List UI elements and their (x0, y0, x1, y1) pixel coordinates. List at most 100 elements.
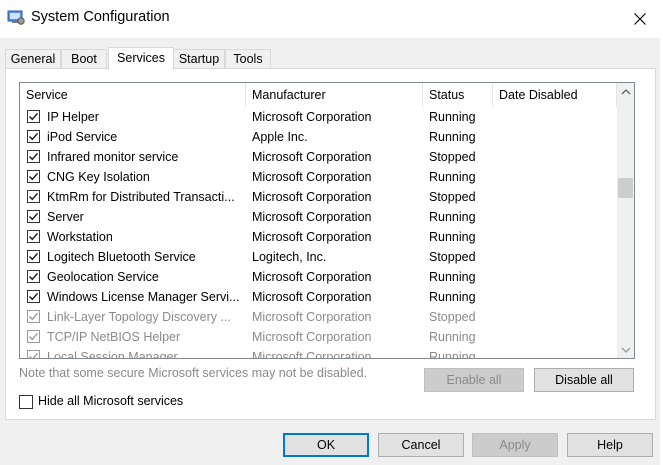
service-name: Link-Layer Topology Discovery ... (47, 310, 231, 324)
service-manufacturer: Microsoft Corporation (252, 150, 372, 164)
checkmark-icon (29, 132, 39, 141)
checkmark-icon (29, 272, 39, 281)
service-checkbox[interactable] (27, 230, 40, 243)
service-checkbox[interactable] (27, 170, 40, 183)
title-bar: System Configuration (0, 0, 663, 38)
service-row[interactable]: Link-Layer Topology Discovery ... Microso… (20, 307, 617, 327)
service-name: iPod Service (47, 130, 118, 144)
service-status: Running (429, 130, 476, 144)
scroll-down-button[interactable] (617, 341, 634, 358)
tab-label: Tools (233, 52, 263, 66)
service-row[interactable]: Windows License Manager Servi... Microsof… (20, 287, 617, 307)
service-checkbox[interactable] (27, 110, 40, 123)
tab-label: Startup (178, 52, 220, 66)
service-row[interactable]: Server Microsoft Corporation Running (20, 207, 617, 227)
tab-label: Services (117, 51, 165, 65)
service-checkbox[interactable] (27, 250, 40, 263)
service-checkbox[interactable] (27, 190, 40, 203)
checkmark-icon (29, 352, 39, 358)
help-button[interactable]: Help (567, 433, 653, 457)
service-manufacturer: Microsoft Corporation (252, 270, 372, 284)
service-manufacturer: Microsoft Corporation (252, 170, 372, 184)
service-checkbox[interactable] (27, 150, 40, 163)
window-title: System Configuration (31, 9, 170, 25)
column-header-service[interactable]: Service (20, 83, 246, 107)
checkmark-icon (29, 232, 39, 241)
service-manufacturer: Microsoft Corporation (252, 210, 372, 224)
tab-boot[interactable]: Boot (61, 49, 107, 68)
service-status: Running (429, 170, 476, 184)
enable-all-button[interactable]: Enable all (424, 368, 524, 392)
checkmark-icon (29, 192, 39, 201)
service-name: Server (47, 210, 84, 224)
service-status: Stopped (429, 310, 476, 324)
tab-startup[interactable]: Startup (173, 49, 225, 68)
service-checkbox (27, 330, 40, 343)
checkmark-icon (29, 292, 39, 301)
service-status: Running (429, 230, 476, 244)
service-name: Geolocation Service (47, 270, 159, 284)
service-checkbox[interactable] (27, 210, 40, 223)
chevron-down-icon (621, 347, 630, 353)
service-row[interactable]: Logitech Bluetooth Service Logitech, Inc.… (20, 247, 617, 267)
scroll-thumb[interactable] (618, 178, 633, 198)
service-name: TCP/IP NetBIOS Helper (47, 330, 181, 344)
column-header-manufacturer[interactable]: Manufacturer (246, 83, 423, 107)
service-name: IP Helper (47, 110, 99, 124)
service-name: KtmRm for Distributed Transacti... (47, 190, 235, 204)
service-rows: IP Helper Microsoft Corporation Running iPo… (20, 107, 617, 359)
services-list[interactable]: Service Manufacturer Status Date Disable… (19, 82, 635, 359)
checkmark-icon (29, 212, 39, 221)
service-row[interactable]: TCP/IP NetBIOS Helper Microsoft Corporati… (20, 327, 617, 347)
service-name: Windows License Manager Servi... (47, 290, 240, 304)
chevron-up-icon (621, 88, 630, 94)
service-manufacturer: Microsoft Corporation (252, 330, 372, 344)
checkmark-icon (29, 252, 39, 261)
checkbox[interactable] (19, 395, 33, 409)
close-button[interactable] (617, 0, 663, 38)
service-status: Running (429, 270, 476, 284)
checkmark-icon (29, 172, 39, 181)
tab-general[interactable]: General (5, 49, 61, 68)
checkmark-icon (29, 312, 39, 321)
checkmark-icon (29, 332, 39, 341)
service-manufacturer: Microsoft Corporation (252, 290, 372, 304)
service-name: Logitech Bluetooth Service (47, 250, 196, 264)
apply-button[interactable]: Apply (472, 433, 558, 457)
service-row[interactable]: iPod Service Apple Inc. Running (20, 127, 617, 147)
service-status: Running (429, 330, 476, 344)
service-checkbox (27, 350, 40, 358)
service-checkbox[interactable] (27, 270, 40, 283)
service-row[interactable]: IP Helper Microsoft Corporation Running (20, 107, 617, 127)
tab-label: General (10, 52, 56, 66)
service-row[interactable]: Local Session Manager Microsoft Corporati… (20, 347, 617, 359)
service-status: Running (429, 210, 476, 224)
secure-services-note: Note that some secure Microsoft services… (19, 366, 368, 380)
service-row[interactable]: Workstation Microsoft Corporation Running (20, 227, 617, 247)
hide-ms-services-label: Hide all Microsoft services (38, 394, 184, 408)
column-header-date-disabled[interactable]: Date Disabled (493, 83, 617, 107)
disable-all-button[interactable]: Disable all (534, 368, 634, 392)
close-icon (634, 13, 646, 25)
service-checkbox (27, 310, 40, 323)
service-row[interactable]: CNG Key Isolation Microsoft Corporation Ru… (20, 167, 617, 187)
scroll-up-button[interactable] (617, 83, 634, 100)
ok-button[interactable]: OK (283, 433, 369, 457)
vertical-scrollbar[interactable] (617, 83, 634, 358)
service-name: Local Session Manager (47, 350, 178, 359)
checkmark-icon (29, 152, 39, 161)
service-row[interactable]: Geolocation Service Microsoft Corporation… (20, 267, 617, 287)
service-row[interactable]: Infrared monitor service Microsoft Corpor… (20, 147, 617, 167)
column-header-status[interactable]: Status (423, 83, 493, 107)
cancel-button[interactable]: Cancel (378, 433, 464, 457)
service-manufacturer: Microsoft Corporation (252, 110, 372, 124)
service-manufacturer: Microsoft Corporation (252, 350, 372, 359)
tab-services[interactable]: Services (108, 47, 174, 70)
service-checkbox[interactable] (27, 290, 40, 303)
service-status: Stopped (429, 250, 476, 264)
service-status: Stopped (429, 190, 476, 204)
service-checkbox[interactable] (27, 130, 40, 143)
service-manufacturer: Apple Inc. (252, 130, 308, 144)
tab-tools[interactable]: Tools (225, 49, 271, 68)
service-row[interactable]: KtmRm for Distributed Transacti... Micros… (20, 187, 617, 207)
